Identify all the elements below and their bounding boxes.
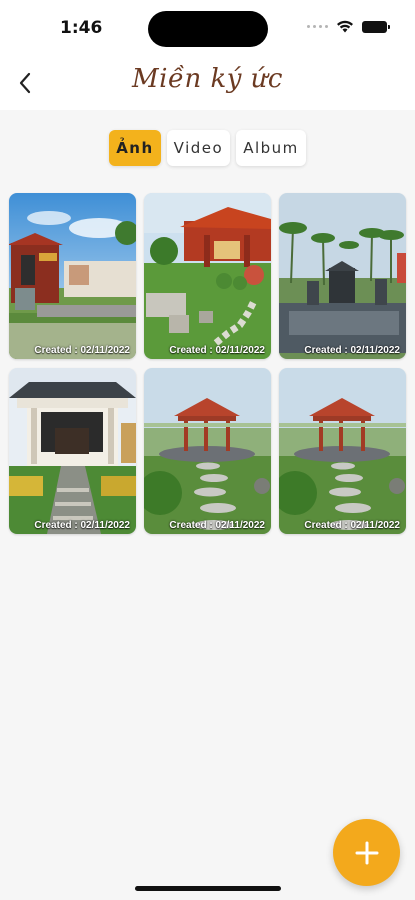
photo-grid: Created : 02/11/2022 Created : 02/11/202… [9,193,407,534]
photo-thumbnail [9,368,136,534]
photo-card[interactable]: Created : 02/11/2022 [144,368,271,534]
photo-thumbnail [279,368,406,534]
home-indicator[interactable] [135,886,281,891]
status-time: 1:46 [60,18,103,38]
photo-card[interactable]: Created : 02/11/2022 [9,193,136,359]
photo-caption: Created : 02/11/2022 [169,520,265,531]
wifi-icon [337,20,353,33]
photo-caption: Created : 02/11/2022 [169,345,265,356]
photo-thumbnail [279,193,406,359]
status-icons [307,20,390,33]
photo-card[interactable]: Created : 02/11/2022 [9,368,136,534]
photo-caption: Created : 02/11/2022 [304,520,400,531]
signal-icon [307,25,328,28]
page-title: Miền ký ức [132,64,283,94]
plus-icon [355,841,378,864]
photo-thumbnail [9,193,136,359]
dynamic-island [148,11,268,47]
tab-album[interactable]: Album [236,130,306,166]
photo-caption: Created : 02/11/2022 [34,520,130,531]
photo-caption: Created : 02/11/2022 [34,345,130,356]
app-header: Miền ký ức [0,56,415,110]
status-bar: 1:46 [0,0,415,56]
photo-card[interactable]: Created : 02/11/2022 [279,193,406,359]
photo-thumbnail [144,368,271,534]
tab-photos[interactable]: Ảnh [109,130,161,166]
photo-caption: Created : 02/11/2022 [304,345,400,356]
photo-card[interactable]: Created : 02/11/2022 [279,368,406,534]
media-tabs: Ảnh Video Album [0,130,415,166]
add-button[interactable] [333,819,400,886]
battery-icon [362,20,390,33]
photo-card[interactable]: Created : 02/11/2022 [144,193,271,359]
photo-thumbnail [144,193,271,359]
tab-video[interactable]: Video [166,130,231,166]
